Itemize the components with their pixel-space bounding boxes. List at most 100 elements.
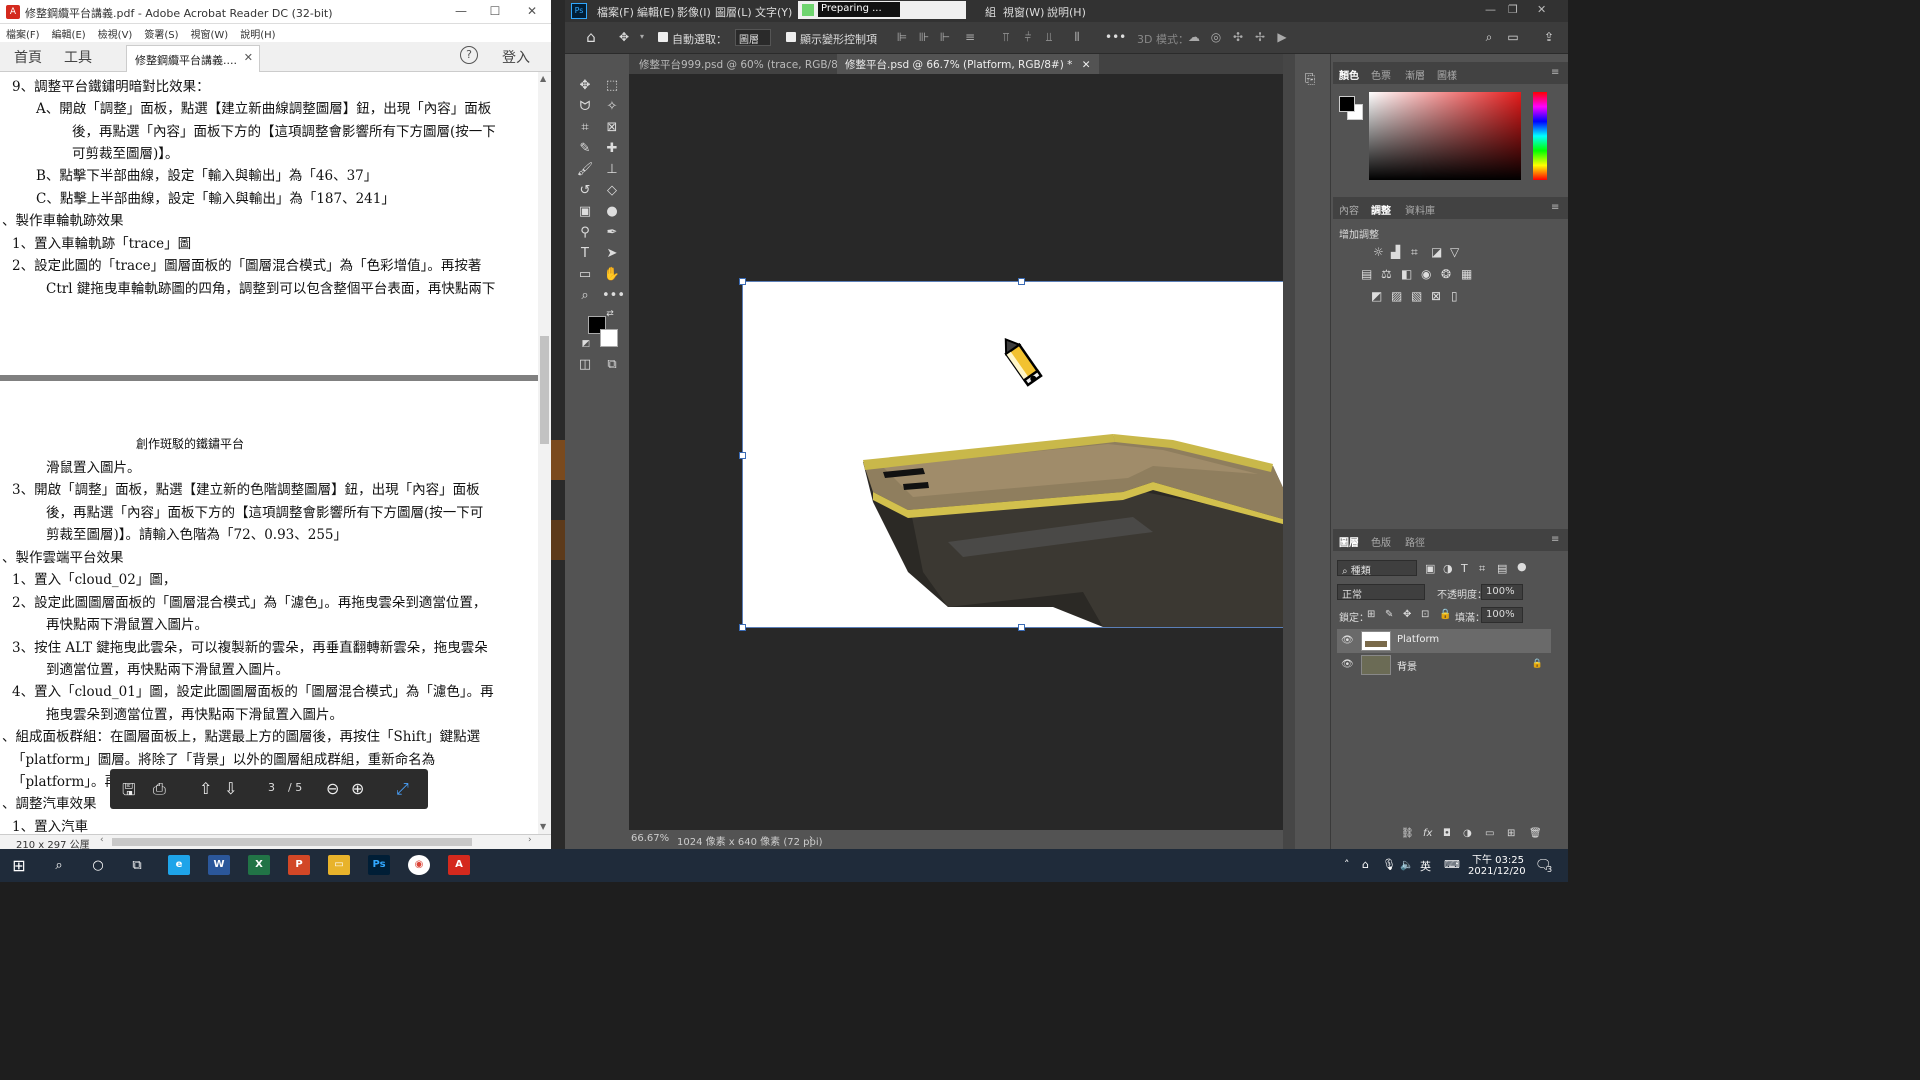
transform-handle[interactable] [739,452,746,459]
maximize-icon[interactable]: ☐ [485,4,505,18]
horizontal-scrollbar-thumb[interactable] [112,838,472,846]
lock-artboard-icon[interactable]: ⊡ [1421,609,1429,620]
healing-brush-icon[interactable]: ✚ [602,139,622,159]
vertical-scrollbar[interactable]: ▲ ▼ [538,72,551,834]
scroll-left-icon[interactable]: ‹ [100,835,104,845]
scrollbar-thumb[interactable] [540,336,549,444]
tab-channels[interactable]: 色版 [1371,534,1391,549]
ps-menu-edit[interactable]: 編輯(E) [637,4,675,20]
tab-layers[interactable]: 圖層 [1339,534,1359,549]
auto-select-checkbox[interactable] [658,32,668,42]
tab-color[interactable]: 顏色 [1339,67,1359,82]
magic-wand-icon[interactable]: ✧ [602,97,622,117]
filter-shape-icon[interactable]: ⌗ [1479,562,1485,576]
threshold-icon[interactable]: ▧ [1411,289,1422,303]
ps-canvas[interactable] [739,278,1302,631]
align-right-icon[interactable]: ⊩ [938,30,952,44]
stamp-tool-icon[interactable]: ⊥ [602,160,622,180]
zoom-out-icon[interactable]: ⊖ [326,779,339,798]
menu-sign[interactable]: 簽署(S) [138,24,184,41]
cortana-icon[interactable]: ○ [85,853,111,879]
move-tool-icon[interactable]: ✥ [617,30,631,44]
powerpoint-icon[interactable]: P [288,855,310,875]
color-lookup-icon[interactable]: ▦ [1461,267,1472,281]
share-icon[interactable]: ⇪ [1542,30,1556,44]
show-transform-checkbox[interactable] [786,32,796,42]
fill-field[interactable]: 100% [1481,607,1523,623]
menu-file[interactable]: 檔案(F) [0,24,46,41]
posterize-icon[interactable]: ▨ [1391,289,1402,303]
auto-select-dropdown[interactable]: 圖層 [735,29,771,46]
clock[interactable]: 下午 03:25 2021/12/20 [1468,851,1526,877]
distribute-vertical-icon[interactable]: ⦀ [1070,30,1084,44]
network-icon[interactable]: ⌂ [1362,858,1369,871]
tab-home[interactable]: 首頁 [14,47,42,67]
color-picker-field[interactable] [1369,92,1521,180]
transform-handle[interactable] [1018,278,1025,285]
background-color-swatch[interactable] [600,329,618,347]
zoom-tool-icon[interactable]: ⌕ [575,286,595,306]
photoshop-taskbar-icon[interactable]: Ps [368,855,390,875]
lock-all-icon[interactable]: 🔒 [1439,609,1451,620]
quick-mask-icon[interactable]: ◫ [575,355,595,375]
tab-adjustments[interactable]: 調整 [1371,202,1391,217]
tray-chevron-icon[interactable]: ˄ [1344,858,1350,871]
edit-toolbar-icon[interactable]: ••• [602,286,625,306]
minimize-icon[interactable]: — [451,4,471,18]
3d-pan-icon[interactable]: ✣ [1231,30,1245,44]
eraser-tool-icon[interactable]: ◇ [602,181,622,201]
layer-row-background[interactable]: 👁 背景 🔒 [1337,653,1551,677]
ps-close-icon[interactable]: ✕ [1537,3,1546,16]
filter-toggle-icon[interactable]: ● [1517,560,1527,573]
tab-document[interactable]: 修整鋼纜平台講義.... ✕ [126,45,260,72]
transform-handle[interactable] [1018,624,1025,631]
layer-mask-icon[interactable]: ◘ [1443,828,1451,839]
ps-menu-partial[interactable]: 組 [985,4,996,20]
keyboard-icon[interactable]: ⌨ [1444,858,1460,871]
frame-tool-icon[interactable]: ⊠ [602,118,622,138]
rectangle-tool-icon[interactable]: ▭ [575,265,595,285]
adjustment-layer-icon[interactable]: ◑ [1463,828,1472,839]
eyedropper-icon[interactable]: ✎ [575,139,595,159]
microphone-icon[interactable]: 🎙 [1382,858,1396,871]
save-icon[interactable]: 🖫 [122,779,136,806]
hand-tool-icon[interactable]: ✋ [602,265,622,285]
close-tab-icon[interactable]: ✕ [244,51,253,64]
link-layers-icon[interactable]: ⛓ [1401,828,1414,839]
delete-layer-icon[interactable]: 🗑 [1529,828,1542,839]
lasso-tool-icon[interactable]: ᗢ [575,97,595,117]
ps-restore-icon[interactable]: ❐ [1508,3,1518,16]
home-icon[interactable]: ⌂ [584,30,598,45]
filter-pixel-icon[interactable]: ▣ [1425,562,1435,575]
word-icon[interactable]: W [208,855,230,875]
ps-menu-help[interactable]: 說明(H) [1047,4,1086,20]
selective-color-icon[interactable]: ⊠ [1431,289,1441,303]
chrome-icon[interactable]: ◉ [408,855,430,875]
ps-menu-image[interactable]: 影像(I) [677,4,711,20]
3d-orbit-icon[interactable]: ☁ [1187,30,1201,44]
3d-roll-icon[interactable]: ◎ [1209,30,1223,44]
scroll-up-icon[interactable]: ▲ [540,74,546,83]
marquee-tool-icon[interactable]: ⬚ [602,76,622,96]
layer-filter-dropdown[interactable]: ⌕ 種類 [1337,560,1417,577]
type-tool-icon[interactable]: T [575,244,595,264]
3d-slide-icon[interactable]: ✢ [1253,30,1267,44]
panel-menu-icon[interactable]: ≡ [1551,202,1559,213]
black-white-icon[interactable]: ◧ [1401,267,1412,281]
swap-colors-icon[interactable]: ⇄ [604,308,616,320]
task-view-icon[interactable]: ⧉ [124,853,150,879]
transform-handle[interactable] [739,624,746,631]
menu-edit[interactable]: 編輯(E) [46,24,92,41]
channel-mixer-icon[interactable]: ❂ [1441,267,1451,281]
close-icon[interactable]: ✕ [522,4,542,18]
filter-smart-icon[interactable]: ▤ [1497,562,1507,575]
pdf-document-area[interactable]: 9、調整平台鐵鏽明暗對比效果： A、開啟「調整」面板，點選【建立新曲線調整圖層】… [0,72,538,834]
pen-tool-icon[interactable]: ✒ [602,223,622,243]
scroll-down-icon[interactable]: ▼ [540,822,546,831]
3d-camera-icon[interactable]: ▶ [1275,30,1289,44]
status-chevron-icon[interactable]: › [809,833,813,844]
search-icon[interactable]: ⌕ [1482,30,1496,44]
exposure-icon[interactable]: ◪ [1431,245,1442,259]
blur-tool-icon[interactable]: ● [602,202,622,222]
vibrance-icon[interactable]: ▽ [1450,245,1459,259]
